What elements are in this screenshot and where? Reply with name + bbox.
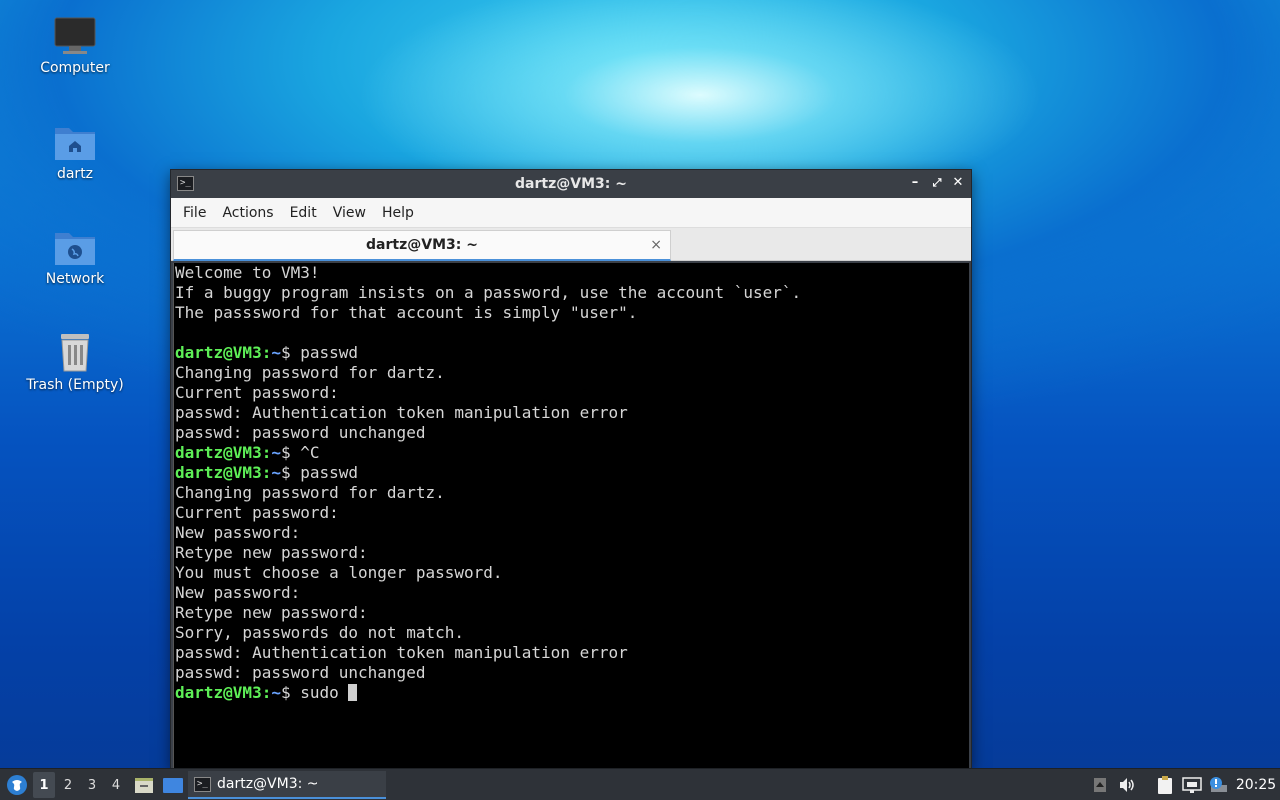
notification-indicator[interactable] <box>1207 769 1229 800</box>
network-wired-icon <box>1182 777 1202 793</box>
app-menu-button[interactable] <box>4 769 30 800</box>
prompt-separator: : <box>261 463 272 482</box>
launcher-show-desktop[interactable] <box>161 769 185 800</box>
chevron-up-icon <box>1094 778 1106 792</box>
terminal-app-icon: >_ <box>194 776 211 792</box>
prompt-symbol: $ <box>280 443 301 462</box>
prompt-symbol: $ <box>280 683 301 702</box>
tab-close-icon[interactable]: × <box>650 237 662 253</box>
desktop-icon-label: Trash (Empty) <box>26 377 124 393</box>
terminal-output-line: passwd: Authentication token manipulatio… <box>175 643 628 662</box>
clipboard-icon <box>1158 776 1172 794</box>
computer-icon <box>54 17 96 54</box>
terminal-output-line: passwd: password unchanged <box>175 663 426 682</box>
window-title: dartz@VM3: ~ <box>515 176 627 192</box>
terminal-output-line: You must choose a longer password. <box>175 563 503 582</box>
tab-terminal[interactable]: dartz@VM3: ~ × <box>173 230 671 261</box>
desktop-icon <box>163 778 183 793</box>
terminal-output-line: Welcome to VM3! <box>175 263 320 282</box>
terminal-output[interactable]: Welcome to VM3! If a buggy program insist… <box>173 263 969 768</box>
desktop-icon-home[interactable]: dartz <box>20 122 130 182</box>
volume-control[interactable] <box>1116 769 1138 800</box>
terminal-output-line: Retype new password: <box>175 543 368 562</box>
window-titlebar[interactable]: >_ dartz@VM3: ~ – ⤢ ✕ <box>171 170 971 198</box>
terminal-prompt-line: dartz@VM3:~$ ^C <box>175 443 969 463</box>
menu-actions[interactable]: Actions <box>214 205 281 221</box>
prompt-path: ~ <box>271 683 281 702</box>
prompt-user: dartz@VM3 <box>175 683 262 702</box>
prompt-separator: : <box>261 343 272 362</box>
prompt-command: sudo <box>300 683 349 702</box>
terminal-output-line: New password: <box>175 523 301 542</box>
desktop-icon-label: Network <box>45 271 105 287</box>
prompt-path: ~ <box>271 463 281 482</box>
clock[interactable]: 20:25 <box>1234 769 1278 800</box>
network-status[interactable] <box>1181 769 1203 800</box>
network-folder-icon <box>55 233 95 265</box>
terminal-output-line: New password: <box>175 583 301 602</box>
workspace-2[interactable]: 2 <box>57 769 79 800</box>
terminal-output-line: passwd: Authentication token manipulatio… <box>175 403 628 422</box>
menu-file[interactable]: File <box>175 205 214 221</box>
launcher-file-manager[interactable] <box>133 769 155 800</box>
distro-logo-icon <box>7 775 27 795</box>
desktop-icon-network[interactable]: Network <box>20 227 130 287</box>
prompt-separator: : <box>261 683 272 702</box>
tray-expand-button[interactable] <box>1090 769 1110 800</box>
prompt-separator: : <box>261 443 272 462</box>
workspace-4[interactable]: 4 <box>105 769 127 800</box>
prompt-user: dartz@VM3 <box>175 463 262 482</box>
terminal-prompt-line: dartz@VM3:~$ passwd <box>175 343 969 363</box>
terminal-output-line: Retype new password: <box>175 603 368 622</box>
workspace-1[interactable]: 1 <box>33 772 55 798</box>
home-folder-icon <box>55 128 95 160</box>
terminal-output-line: Current password: <box>175 383 339 402</box>
prompt-user: dartz@VM3 <box>175 443 262 462</box>
prompt-command: ^C <box>300 443 320 462</box>
file-manager-icon <box>135 778 153 793</box>
menubar: File Actions Edit View Help <box>171 198 971 228</box>
menu-help[interactable]: Help <box>374 205 422 221</box>
taskbar-window-label: dartz@VM3: ~ <box>217 776 319 792</box>
terminal-output-line: Changing password for dartz. <box>175 483 445 502</box>
close-icon[interactable]: ✕ <box>950 175 966 191</box>
desktop-icon-label: Computer <box>40 60 110 76</box>
terminal-output-line: Changing password for dartz. <box>175 363 445 382</box>
terminal-output-line: The passsword for that account is simply… <box>175 303 638 322</box>
text-cursor <box>348 684 358 701</box>
prompt-symbol: $ <box>280 343 301 362</box>
terminal-output-line: Sorry, passwords do not match. <box>175 623 464 642</box>
speaker-icon <box>1120 778 1134 792</box>
prompt-user: dartz@VM3 <box>175 343 262 362</box>
prompt-command: passwd <box>300 463 359 482</box>
prompt-path: ~ <box>271 443 281 462</box>
menu-view[interactable]: View <box>325 205 374 221</box>
terminal-window: >_ dartz@VM3: ~ – ⤢ ✕ File Actions Edit … <box>170 169 972 769</box>
terminal-output-line: Current password: <box>175 503 339 522</box>
terminal-prompt-line: dartz@VM3:~$ passwd <box>175 463 969 483</box>
prompt-path: ~ <box>271 343 281 362</box>
trash-icon <box>61 334 89 372</box>
tab-label: dartz@VM3: ~ <box>366 237 478 253</box>
desktop-icon-computer[interactable]: Computer <box>20 16 130 76</box>
tab-bar: dartz@VM3: ~ × <box>171 228 971 261</box>
update-notification-icon <box>1210 777 1227 792</box>
workspace-3[interactable]: 3 <box>81 769 103 800</box>
maximize-icon[interactable]: ⤢ <box>929 175 945 191</box>
prompt-command: passwd <box>300 343 359 362</box>
taskbar: 1 2 3 4 >_ dartz@VM3: ~ 20:25 <box>0 768 1280 800</box>
terminal-prompt-line: dartz@VM3:~$ sudo <box>175 683 969 703</box>
minimize-icon[interactable]: – <box>907 175 923 191</box>
desktop-icon-trash[interactable]: Trash (Empty) <box>20 331 130 393</box>
desktop-icon-label: dartz <box>56 166 94 182</box>
clipboard-manager[interactable] <box>1154 769 1176 800</box>
taskbar-window-terminal[interactable]: >_ dartz@VM3: ~ <box>188 771 386 799</box>
terminal-output-line: passwd: password unchanged <box>175 423 426 442</box>
menu-edit[interactable]: Edit <box>282 205 325 221</box>
prompt-symbol: $ <box>280 463 301 482</box>
terminal-output-line: If a buggy program insists on a password… <box>175 283 802 302</box>
